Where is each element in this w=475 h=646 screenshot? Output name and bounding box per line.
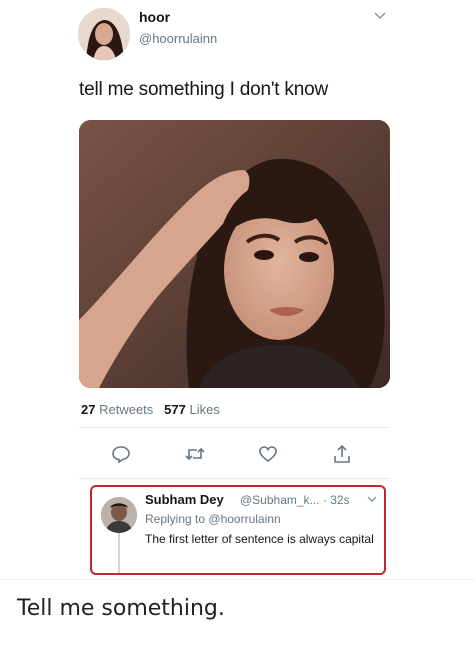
divider	[79, 427, 390, 428]
like-icon	[259, 446, 277, 463]
chevron-down-icon[interactable]	[366, 493, 378, 505]
reply-handle-time[interactable]: @Subham_k... · 32s	[240, 493, 350, 507]
replying-to-handle[interactable]: @hoorrulainn	[208, 512, 280, 526]
tweet-stats: 27 Retweets 577 Likes	[81, 402, 220, 417]
portrait-image	[79, 120, 390, 388]
reply-display-name[interactable]: Subham Dey	[145, 492, 224, 507]
tweet-card: hoor @hoorrulainn tell me something I do…	[0, 0, 475, 580]
tweet-text: tell me something I don't know	[79, 79, 328, 100]
avatar[interactable]	[78, 8, 130, 60]
likes-label[interactable]: Likes	[189, 402, 219, 417]
share-icon	[334, 444, 350, 463]
reply-icon	[112, 446, 130, 464]
chevron-down-icon[interactable]	[373, 9, 387, 23]
thread-line	[118, 533, 120, 573]
replying-prefix: Replying to	[145, 512, 206, 526]
replying-to: Replying to @hoorrulainn	[145, 512, 281, 526]
like-button[interactable]	[254, 441, 282, 467]
tweet-photo[interactable]	[79, 120, 390, 388]
tweet-actions	[79, 441, 390, 469]
share-button[interactable]	[328, 441, 356, 467]
reply-avatar-photo	[101, 497, 137, 533]
reply-text: The first letter of sentence is always c…	[145, 532, 374, 546]
user-handle[interactable]: @hoorrulainn	[139, 31, 217, 46]
likes-count[interactable]: 577	[164, 402, 186, 417]
reply-avatar[interactable]	[101, 497, 137, 533]
divider	[79, 478, 390, 479]
retweets-label[interactable]: Retweets	[99, 402, 153, 417]
reply-button[interactable]	[107, 441, 135, 467]
retweets-count[interactable]: 27	[81, 402, 95, 417]
retweet-icon	[185, 447, 205, 461]
caption: Tell me something.	[17, 596, 225, 621]
reply-tweet[interactable]: Subham Dey @Subham_k... · 32s Replying t…	[90, 485, 386, 575]
avatar-photo	[78, 8, 130, 60]
retweet-button[interactable]	[181, 441, 209, 467]
divider	[0, 579, 475, 580]
display-name[interactable]: hoor	[139, 9, 170, 25]
